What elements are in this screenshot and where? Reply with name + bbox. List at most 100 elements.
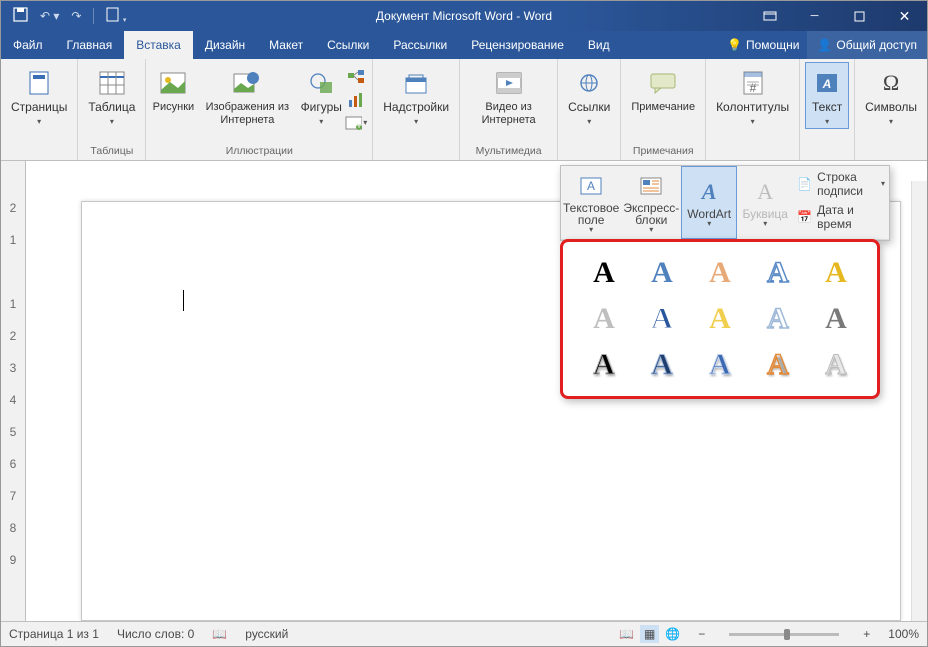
tab-home[interactable]: Главная	[55, 31, 125, 59]
online-video-button[interactable]: Видео из Интернета	[465, 62, 552, 128]
dropcap-icon: A	[757, 178, 773, 206]
svg-text:A: A	[587, 179, 595, 193]
svg-text:A: A	[822, 77, 832, 91]
group-comments: Примечание Примечания	[621, 59, 706, 160]
vertical-ruler[interactable]: 21123456789	[1, 161, 26, 621]
ribbon-options-icon[interactable]	[747, 1, 792, 31]
wordart-style-15[interactable]: A	[807, 342, 865, 388]
date-time-button[interactable]: 📅Дата и время	[797, 202, 885, 232]
wordart-style-9[interactable]: A	[749, 296, 807, 342]
person-icon: 👤	[817, 38, 832, 52]
symbols-button[interactable]: Ω Символы▾	[860, 62, 922, 129]
wordart-style-14[interactable]: A	[749, 342, 807, 388]
signature-icon: 📄	[797, 177, 812, 191]
window-title: Документ Microsoft Word - Word	[376, 9, 552, 23]
proofing-icon[interactable]: 📖	[212, 627, 227, 641]
text-side-links: 📄Строка подписи ▾ 📅Дата и время 🗔Объект …	[793, 166, 889, 239]
wordart-style-10[interactable]: A	[807, 296, 865, 342]
wordart-style-4[interactable]: A	[749, 250, 807, 296]
wordart-style-2[interactable]: A	[633, 250, 691, 296]
wordart-icon: A	[702, 178, 717, 206]
wordart-style-12[interactable]: A	[633, 342, 691, 388]
group-symbols: Ω Символы▾	[855, 59, 927, 160]
headerfooter-icon: #	[737, 67, 769, 99]
quickparts-button[interactable]: Экспресс-блоки▾	[621, 166, 681, 239]
title-bar: ↶ ▾ ↷ ▾ Документ Microsoft Word - Word ─…	[1, 1, 927, 31]
screenshot-icon[interactable]: +▾	[345, 112, 367, 134]
shapes-button[interactable]: Фигуры▾	[299, 62, 343, 129]
wordart-style-13[interactable]: A	[691, 342, 749, 388]
zoom-value[interactable]: 100%	[888, 627, 919, 641]
comment-button[interactable]: Примечание	[626, 62, 700, 115]
page-icon	[23, 67, 55, 99]
calendar-icon: 📅	[797, 210, 812, 224]
wordart-style-5[interactable]: A	[807, 250, 865, 296]
wordart-style-8[interactable]: A	[691, 296, 749, 342]
tab-insert[interactable]: Вставка	[124, 31, 193, 59]
page-status[interactable]: Страница 1 из 1	[9, 627, 99, 641]
group-tables: Таблица▾ Таблицы	[78, 59, 146, 160]
read-mode-icon[interactable]: 📖	[619, 627, 634, 641]
text-button[interactable]: A Текст▾	[805, 62, 849, 129]
omega-icon: Ω	[875, 67, 907, 99]
vertical-scrollbar[interactable]	[911, 181, 927, 621]
close-icon[interactable]: ✕	[882, 1, 927, 31]
save-icon[interactable]	[13, 7, 28, 25]
undo-icon[interactable]: ↶ ▾	[40, 9, 59, 23]
web-layout-icon[interactable]: 🌐	[665, 627, 680, 641]
maximize-icon[interactable]	[837, 1, 882, 31]
tab-mailings[interactable]: Рассылки	[381, 31, 459, 59]
text-dropdown-panel: A Текстовое поле▾ Экспресс-блоки▾ A Word…	[560, 165, 890, 241]
zoom-in-icon[interactable]: +	[863, 627, 870, 641]
tab-view[interactable]: Вид	[576, 31, 622, 59]
zoom-slider[interactable]	[729, 633, 839, 636]
wordart-style-6[interactable]: A	[575, 296, 633, 342]
tab-layout[interactable]: Макет	[257, 31, 315, 59]
redo-icon[interactable]: ↷	[71, 9, 81, 23]
textbox-button[interactable]: A Текстовое поле▾	[561, 166, 621, 239]
group-illustrations: Рисунки Изображения из Интернета Фигуры▾…	[146, 59, 373, 160]
wordart-button[interactable]: A WordArt▾	[681, 166, 737, 239]
new-doc-icon[interactable]: ▾	[106, 7, 126, 25]
addins-button[interactable]: Надстройки▾	[378, 62, 454, 129]
globe-picture-icon	[231, 67, 263, 99]
tab-file[interactable]: Файл	[1, 31, 55, 59]
minimize-icon[interactable]: ─	[792, 1, 837, 31]
group-addins: Надстройки▾	[373, 59, 460, 160]
word-count[interactable]: Число слов: 0	[117, 627, 194, 641]
header-footer-button[interactable]: # Колонтитулы▾	[711, 62, 794, 129]
smartart-icon[interactable]	[345, 66, 367, 88]
bulb-icon: 💡	[727, 38, 742, 52]
table-button[interactable]: Таблица▾	[83, 62, 140, 129]
zoom-out-icon[interactable]: −	[698, 627, 705, 641]
picture-icon	[157, 67, 189, 99]
quick-access-toolbar: ↶ ▾ ↷ ▾	[1, 7, 138, 25]
link-icon	[573, 67, 605, 99]
tab-design[interactable]: Дизайн	[193, 31, 257, 59]
share-button[interactable]: 👤Общий доступ	[807, 31, 927, 59]
pages-button[interactable]: Страницы▾	[6, 62, 72, 129]
dropcap-button[interactable]: A Буквица▾	[737, 166, 793, 239]
view-buttons: 📖 ▦ 🌐	[619, 625, 680, 643]
language-status[interactable]: русский	[245, 627, 288, 641]
tell-me[interactable]: 💡Помощни	[719, 31, 807, 59]
svg-text:#: #	[749, 81, 756, 95]
wordart-style-7[interactable]: A	[633, 296, 691, 342]
store-icon	[400, 67, 432, 99]
wordart-style-3[interactable]: A	[691, 250, 749, 296]
ribbon: Страницы▾ Таблица▾ Таблицы Рисунки Изобр…	[1, 59, 927, 161]
comment-icon	[647, 67, 679, 99]
wordart-style-11[interactable]: A	[575, 342, 633, 388]
links-button[interactable]: Ссылки▾	[563, 62, 615, 129]
tab-references[interactable]: Ссылки	[315, 31, 381, 59]
pictures-button[interactable]: Рисунки	[151, 62, 195, 115]
table-icon	[96, 67, 128, 99]
group-text: A Текст▾	[800, 59, 855, 160]
tab-review[interactable]: Рецензирование	[459, 31, 576, 59]
wordart-style-1[interactable]: A	[575, 250, 633, 296]
online-pictures-button[interactable]: Изображения из Интернета	[197, 62, 297, 128]
chart-icon[interactable]	[345, 89, 367, 111]
illus-small-buttons: +▾	[345, 62, 367, 134]
signature-line-button[interactable]: 📄Строка подписи ▾	[797, 169, 885, 199]
print-layout-icon[interactable]: ▦	[640, 625, 659, 643]
